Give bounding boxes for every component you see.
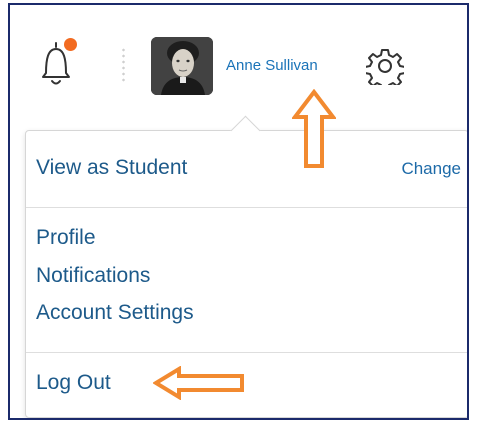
profile-link[interactable]: Profile xyxy=(36,226,96,250)
screenshot-frame: Anne Sullivan View as Student Change Pro… xyxy=(8,3,469,420)
view-as-student-label: View as Student xyxy=(36,156,188,179)
user-dropdown-menu: View as Student Change Profile Notificat… xyxy=(25,130,467,418)
notification-dot xyxy=(64,38,77,51)
up-arrow-annotation xyxy=(290,88,338,169)
gear-icon[interactable] xyxy=(364,47,406,91)
notifications-link[interactable]: Notifications xyxy=(36,264,150,288)
left-arrow-annotation xyxy=(152,365,245,401)
log-out-link[interactable]: Log Out xyxy=(36,371,111,395)
header-divider xyxy=(122,47,125,83)
avatar[interactable] xyxy=(151,37,213,95)
account-settings-link[interactable]: Account Settings xyxy=(36,301,194,325)
user-name-link[interactable]: Anne Sullivan xyxy=(226,57,318,74)
menu-divider xyxy=(26,352,467,353)
change-role-link[interactable]: Change xyxy=(401,159,461,179)
